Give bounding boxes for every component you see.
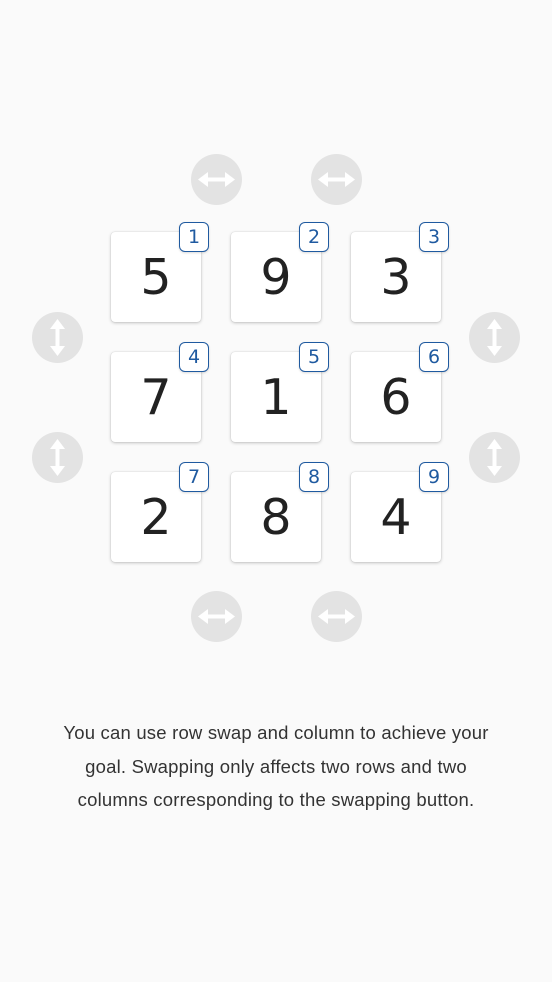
tile-index-badge: 1 bbox=[179, 222, 209, 252]
tile-index-badge: 4 bbox=[179, 342, 209, 372]
vertical-double-arrow-icon bbox=[487, 319, 502, 356]
row-swap-button-right-1[interactable] bbox=[469, 312, 520, 363]
tile[interactable]: 9 2 bbox=[231, 222, 329, 322]
row-swap-button-left-1[interactable] bbox=[32, 312, 83, 363]
tile-index-badge: 8 bbox=[299, 462, 329, 492]
tile[interactable]: 2 7 bbox=[111, 462, 209, 562]
tile[interactable]: 6 6 bbox=[351, 342, 449, 442]
tile-index-badge: 9 bbox=[419, 462, 449, 492]
tile[interactable]: 1 5 bbox=[231, 342, 329, 442]
tile[interactable]: 3 3 bbox=[351, 222, 449, 322]
tile[interactable]: 7 4 bbox=[111, 342, 209, 442]
vertical-double-arrow-icon bbox=[487, 439, 502, 476]
tile-index-badge: 5 bbox=[299, 342, 329, 372]
column-swap-button-top-2[interactable] bbox=[311, 154, 362, 205]
tile[interactable]: 5 1 bbox=[111, 222, 209, 322]
column-swap-button-bottom-1[interactable] bbox=[191, 591, 242, 642]
vertical-double-arrow-icon bbox=[50, 439, 65, 476]
tile-index-badge: 2 bbox=[299, 222, 329, 252]
tile-index-badge: 3 bbox=[419, 222, 449, 252]
row-swap-button-left-2[interactable] bbox=[32, 432, 83, 483]
horizontal-double-arrow-icon bbox=[198, 172, 235, 187]
horizontal-double-arrow-icon bbox=[198, 609, 235, 624]
vertical-double-arrow-icon bbox=[50, 319, 65, 356]
column-swap-button-top-1[interactable] bbox=[191, 154, 242, 205]
instructions-text: You can use row swap and column to achie… bbox=[63, 722, 489, 810]
tile-index-badge: 7 bbox=[179, 462, 209, 492]
column-swap-button-bottom-2[interactable] bbox=[311, 591, 362, 642]
horizontal-double-arrow-icon bbox=[318, 609, 355, 624]
tile[interactable]: 4 9 bbox=[351, 462, 449, 562]
horizontal-double-arrow-icon bbox=[318, 172, 355, 187]
row-swap-button-right-2[interactable] bbox=[469, 432, 520, 483]
tile-index-badge: 6 bbox=[419, 342, 449, 372]
tile[interactable]: 8 8 bbox=[231, 462, 329, 562]
